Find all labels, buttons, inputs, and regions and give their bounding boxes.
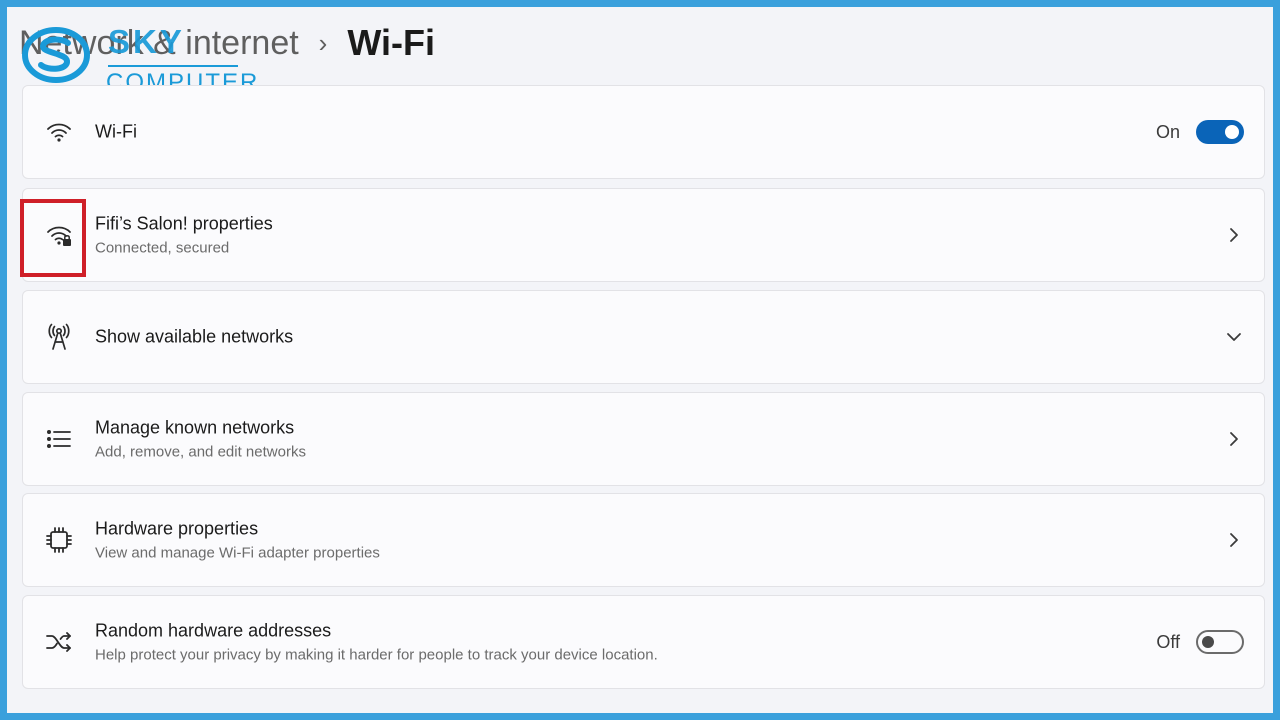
breadcrumb-separator: ›: [318, 27, 328, 58]
show-available-networks-title: Show available networks: [95, 326, 294, 347]
wifi-text: Wi-Fi: [95, 122, 137, 143]
wifi-toggle-switch[interactable]: [1196, 120, 1244, 144]
toggle-knob: [1202, 636, 1214, 648]
hardware-properties-title: Hardware properties: [95, 518, 259, 539]
shuffle-icon: [43, 626, 75, 658]
breadcrumb: Network & internet › Wi-Fi: [19, 15, 435, 71]
show-available-networks-text: Show available networks: [95, 327, 293, 348]
show-available-networks-row[interactable]: Show available networks: [22, 290, 1265, 384]
random-hardware-addresses-subtitle: Help protect your privacy by making it h…: [95, 646, 658, 664]
manage-known-networks-subtitle: Add, remove, and edit networks: [95, 443, 306, 461]
manage-known-networks-title: Manage known networks: [95, 417, 295, 438]
page-title: Wi-Fi: [347, 22, 435, 63]
chevron-right-icon: [1230, 228, 1238, 242]
settings-window: Network & internet › Wi-Fi SKY COMPUTER …: [7, 7, 1273, 713]
random-addresses-toggle-label: Off: [1156, 631, 1180, 652]
wifi-title: Wi-Fi: [95, 121, 137, 142]
manage-known-networks-text: Manage known networks Add, remove, and e…: [95, 418, 306, 461]
hardware-properties-text: Hardware properties View and manage Wi-F…: [95, 519, 380, 562]
hardware-properties-subtitle: View and manage Wi-Fi adapter properties: [95, 544, 380, 562]
chip-icon: [43, 524, 75, 556]
manage-known-networks-row[interactable]: Manage known networks Add, remove, and e…: [22, 392, 1265, 486]
random-addresses-toggle-group: Off: [1156, 630, 1244, 654]
chevron-down-icon: [1227, 333, 1241, 341]
wifi-icon: [43, 116, 75, 148]
wifi-toggle-label: On: [1155, 121, 1180, 142]
highlight-box: [20, 199, 86, 277]
random-addresses-toggle-switch[interactable]: [1196, 630, 1244, 654]
wifi-toggle-row[interactable]: Wi-Fi On: [22, 85, 1265, 179]
random-hardware-addresses-title: Random hardware addresses: [95, 620, 332, 641]
wifi-toggle-group: On: [1156, 120, 1244, 144]
chevron-right-icon: [1230, 533, 1238, 547]
list-icon: [43, 423, 75, 455]
toggle-knob: [1225, 125, 1239, 139]
hardware-properties-row[interactable]: Hardware properties View and manage Wi-F…: [22, 493, 1265, 587]
network-properties-row[interactable]: Fifi’s Salon! properties Connected, secu…: [22, 188, 1265, 282]
network-properties-text: Fifi’s Salon! properties Connected, secu…: [95, 214, 273, 257]
random-hardware-addresses-row[interactable]: Random hardware addresses Help protect y…: [22, 595, 1265, 689]
breadcrumb-network-internet[interactable]: Network & internet: [19, 24, 299, 63]
network-status: Connected, secured: [95, 239, 230, 257]
antenna-icon: [43, 321, 75, 353]
random-hardware-addresses-text: Random hardware addresses Help protect y…: [95, 621, 658, 664]
chevron-right-icon: [1230, 432, 1238, 446]
network-properties-title: Fifi’s Salon! properties: [95, 213, 273, 234]
